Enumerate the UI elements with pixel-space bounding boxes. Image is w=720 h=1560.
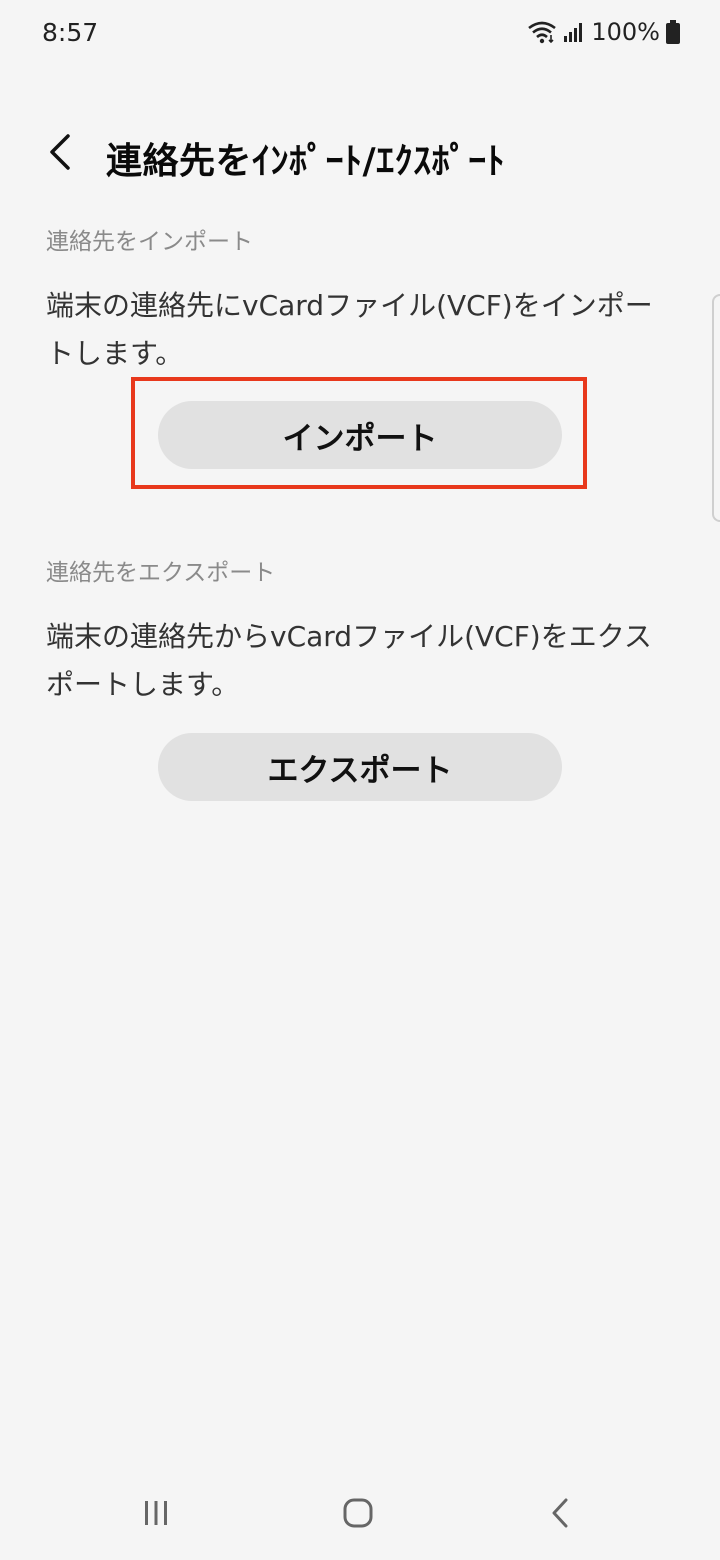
app-bar: 連絡先をｲﾝﾎﾟｰﾄ/ｴｸｽﾎﾟｰﾄ [0,120,720,192]
chevron-left-icon [46,132,74,176]
recents-icon [141,1498,171,1532]
battery-icon [666,20,680,44]
home-button[interactable] [328,1490,388,1540]
home-icon [342,1497,374,1533]
status-time: 8:57 [42,18,99,47]
page-title: 連絡先をｲﾝﾎﾟｰﾄ/ｴｸｽﾎﾟｰﾄ [106,141,506,182]
status-bar: 8:57 100% [0,0,720,72]
back-icon [549,1497,571,1533]
navigation-bar [0,1470,720,1560]
signal-icon [563,21,585,43]
import-button[interactable]: インポート [158,401,562,469]
export-section-header: 連絡先をエクスポート [46,560,276,586]
export-button[interactable]: エクスポート [158,733,562,801]
back-button[interactable] [34,128,86,180]
battery-percent: 100% [591,18,660,46]
import-section-header: 連絡先をインポート [46,229,253,255]
import-description: 端末の連絡先にvCardファイル(VCF)をインポートします。 [46,289,653,370]
recents-button[interactable] [126,1490,186,1540]
status-icons: 100% [527,18,680,46]
export-description: 端末の連絡先からvCardファイル(VCF)をエクスポートします。 [46,620,652,701]
wifi-icon [527,20,557,44]
scroll-indicator[interactable] [712,294,720,522]
nav-back-button[interactable] [530,1490,590,1540]
